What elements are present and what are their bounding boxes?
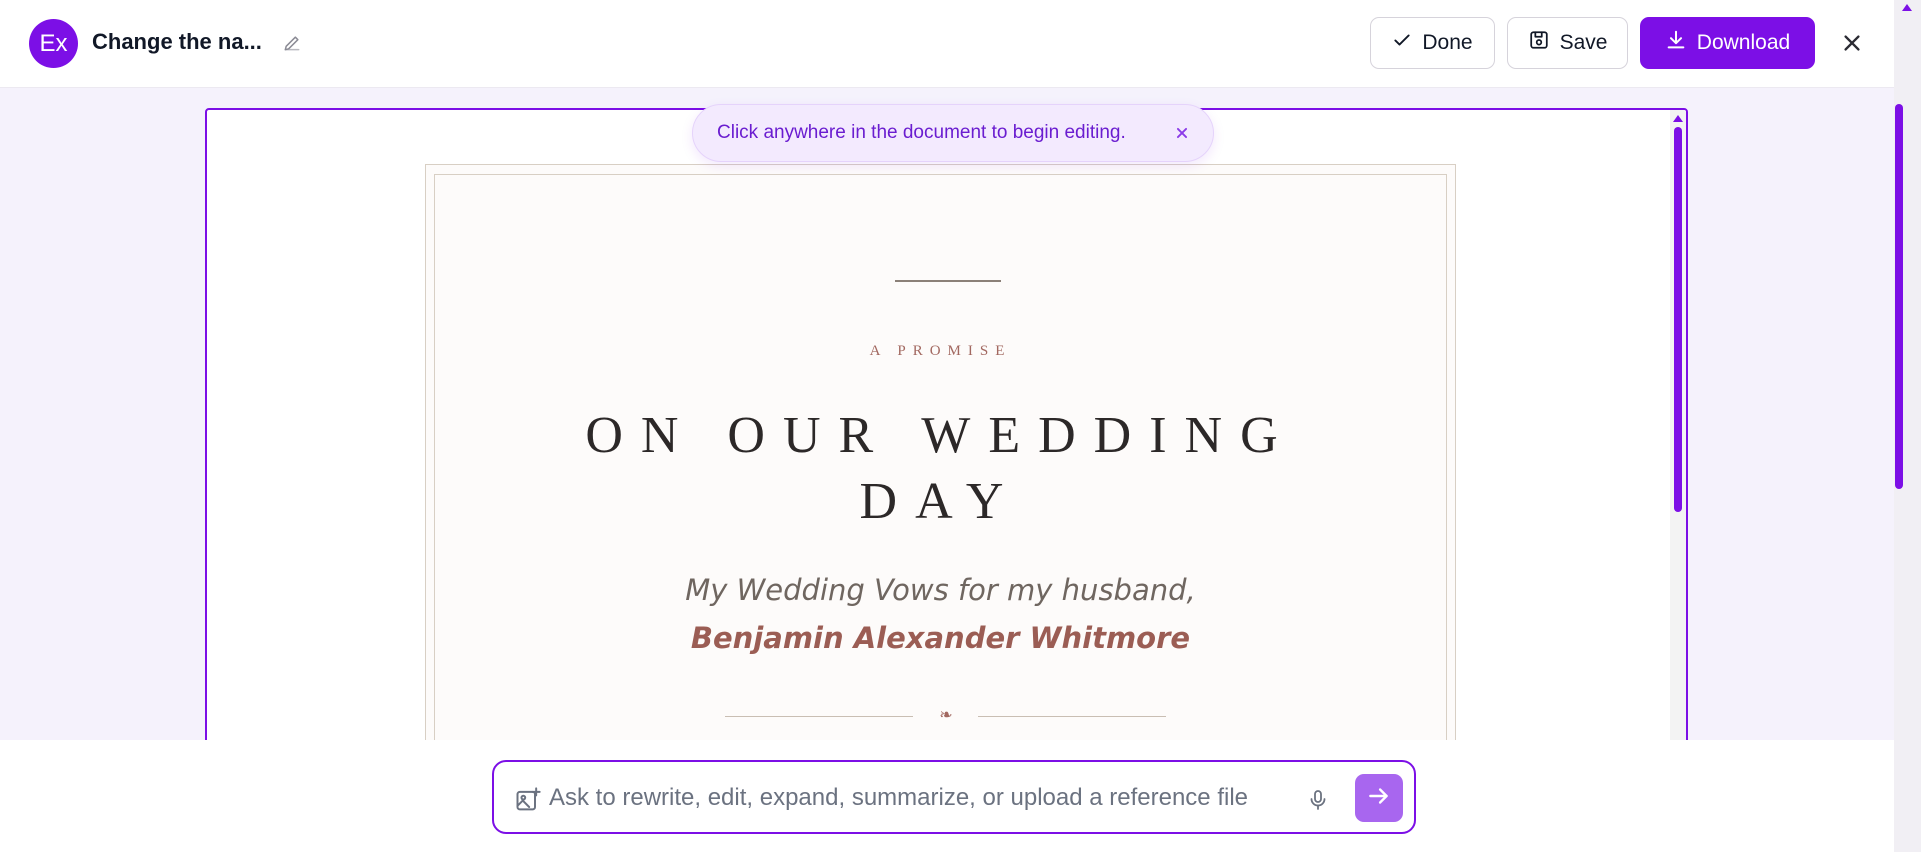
kicker-text[interactable]: A PROMISE [435,343,1446,360]
headline-line-2: DAY [859,473,1022,530]
prompt-box[interactable] [492,760,1416,834]
divider-right [978,716,1166,717]
arrow-right-icon [1366,783,1392,814]
avatar[interactable]: Ex [29,19,78,68]
download-button[interactable]: Download [1640,17,1815,69]
top-rule [895,280,1001,282]
save-label: Save [1559,31,1608,54]
close-icon[interactable] [1838,29,1866,57]
download-icon [1665,29,1687,57]
headline-line-1: ON OUR WEDDING [585,407,1296,464]
pencil-icon[interactable] [282,33,302,53]
document-page[interactable]: A PROMISE ON OUR WEDDING DAY My Wedding … [425,164,1456,756]
editing-hint-toast: Click anywhere in the document to begin … [692,104,1214,162]
editor-scrollbar[interactable] [1670,110,1686,756]
bottom-bar [0,740,1894,852]
toast-close-icon[interactable] [1171,122,1193,144]
page-scrollbar-thumb[interactable] [1895,104,1903,489]
download-label: Download [1696,31,1791,54]
scroll-up-arrow[interactable] [1902,4,1912,11]
editor-frame[interactable]: A PROMISE ON OUR WEDDING DAY My Wedding … [205,108,1688,758]
save-button[interactable]: Save [1507,17,1628,69]
done-button[interactable]: Done [1370,17,1495,69]
prompt-input[interactable] [549,778,1299,818]
save-icon [1528,29,1550,57]
subtitle[interactable]: My Wedding Vows for my husband, [435,573,1446,607]
top-bar: Ex Change the na... Done Save Download [0,0,1894,88]
toast-message: Click anywhere in the document to begin … [717,122,1126,143]
page-scrollbar[interactable] [1894,0,1921,852]
headline[interactable]: ON OUR WEDDING DAY [435,403,1446,535]
editor-scroll-up-arrow[interactable] [1673,115,1683,122]
document-title: Change the na... [92,29,262,54]
mic-icon[interactable] [1304,786,1332,814]
editor-scrollbar-thumb[interactable] [1674,127,1682,512]
divider-left [725,716,913,717]
send-button[interactable] [1355,774,1403,822]
check-icon [1392,30,1412,56]
document-inner-border: A PROMISE ON OUR WEDDING DAY My Wedding … [434,174,1447,756]
done-label: Done [1422,31,1473,54]
husband-name[interactable]: Benjamin Alexander Whitmore [435,621,1446,655]
image-plus-icon[interactable] [514,786,542,814]
fleuron-ornament: ❧ [939,705,953,724]
